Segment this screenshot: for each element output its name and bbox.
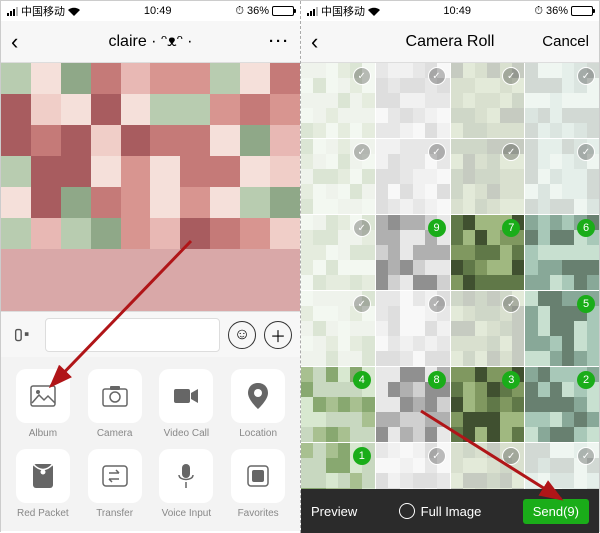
back-button[interactable]: ‹ (11, 29, 71, 55)
photo-thumb[interactable]: ✓ (525, 139, 599, 214)
selection-badge-empty[interactable]: ✓ (428, 67, 446, 85)
selection-badge-empty[interactable]: ✓ (502, 143, 520, 161)
screen-chat: 中国移动 10:49 ⏱ 36% ‹ claire · ᵔᴥᵔ · ··· ☺ (1, 1, 300, 533)
action-location[interactable]: Location (224, 369, 292, 439)
preview-button[interactable]: Preview (311, 504, 357, 519)
selection-badge-empty[interactable]: ✓ (428, 295, 446, 313)
picker-nav: ‹ Camera Roll Cancel (301, 21, 599, 63)
carrier-label: 中国移动 (321, 3, 365, 19)
photo-thumb[interactable]: ✓ (376, 291, 450, 366)
carrier-label: 中国移动 (21, 3, 65, 19)
selection-badge-empty[interactable]: ✓ (502, 67, 520, 85)
clock: 10:49 (144, 5, 172, 17)
action-label: Camera (97, 428, 133, 439)
selection-badge-empty[interactable]: ✓ (428, 143, 446, 161)
action-redpacket[interactable]: Red Packet (9, 449, 77, 519)
selection-badge-empty[interactable]: ✓ (577, 143, 595, 161)
chat-title: claire · ᵔᴥᵔ · (108, 33, 192, 51)
photo-thumb[interactable]: ✓ (451, 291, 525, 366)
cancel-button[interactable]: Cancel (529, 33, 589, 50)
selection-badge-empty[interactable]: ✓ (353, 219, 371, 237)
signal-icon (7, 7, 18, 16)
photo-thumb[interactable]: 6 (525, 215, 599, 290)
photo-thumb[interactable]: ✓ (525, 63, 599, 138)
photo-thumb[interactable]: ✓ (376, 63, 450, 138)
photo-thumb[interactable]: 7 (451, 215, 525, 290)
plus-button[interactable]: ＋ (264, 321, 292, 349)
voice-toggle-icon[interactable] (9, 321, 37, 349)
selection-badge-empty[interactable]: ✓ (577, 67, 595, 85)
photo-thumb[interactable]: 5 (525, 291, 599, 366)
redpacket-icon (16, 449, 70, 503)
status-bar: 中国移动 10:49 ⏱ 36% (1, 1, 300, 21)
action-label: Album (29, 428, 57, 439)
location-icon (231, 369, 285, 423)
action-label: Red Packet (17, 508, 69, 519)
voiceinput-icon (159, 449, 213, 503)
screen-camera-roll: 中国移动 10:49 ⏱ 36% ‹ Camera Roll Cancel ✓ ✓… (300, 1, 599, 533)
alarm-icon: ⏱ (235, 5, 244, 18)
photo-thumb[interactable]: ✓ (301, 63, 375, 138)
photo-thumb[interactable]: 9 (376, 215, 450, 290)
favorites-icon (231, 449, 285, 503)
emoji-button[interactable]: ☺ (228, 321, 256, 349)
photo-thumb[interactable]: ✓ (376, 139, 450, 214)
annotation-arrow-send (411, 401, 581, 516)
selection-badge[interactable]: 5 (577, 295, 595, 313)
selection-badge[interactable]: 6 (577, 219, 595, 237)
photo-thumb[interactable]: 4 (301, 367, 375, 442)
selection-badge[interactable]: 2 (577, 371, 595, 389)
chat-nav: ‹ claire · ᵔᴥᵔ · ··· (1, 21, 300, 63)
photo-thumb[interactable]: ✓ (301, 139, 375, 214)
photo-thumb[interactable]: ✓ (301, 215, 375, 290)
selection-badge[interactable]: 4 (353, 371, 371, 389)
more-button[interactable]: ··· (230, 33, 290, 50)
action-label: Transfer (96, 508, 133, 519)
action-label: Voice Input (162, 508, 211, 519)
battery-icon (571, 6, 593, 16)
selection-badge-empty[interactable]: ✓ (502, 295, 520, 313)
action-label: Location (239, 428, 277, 439)
action-voiceinput[interactable]: Voice Input (153, 449, 221, 519)
action-transfer[interactable]: Transfer (81, 449, 149, 519)
battery-percent: 36% (247, 5, 269, 17)
selection-badge-empty[interactable]: ✓ (353, 295, 371, 313)
action-label: Video Call (164, 428, 209, 439)
annotation-arrow-album (41, 231, 201, 406)
picker-title: Camera Roll (406, 33, 495, 51)
selection-badge-empty[interactable]: ✓ (353, 143, 371, 161)
photo-thumb[interactable]: ✓ (451, 63, 525, 138)
transfer-icon (88, 449, 142, 503)
clock: 10:49 (443, 5, 471, 17)
action-favorites[interactable]: Favorites (224, 449, 292, 519)
photo-thumb[interactable]: ✓ (451, 139, 525, 214)
alarm-icon: ⏱ (534, 5, 543, 18)
battery-percent: 36% (546, 5, 568, 17)
signal-icon (307, 7, 318, 16)
photo-thumb[interactable]: ✓ (301, 291, 375, 366)
action-label: Favorites (238, 508, 279, 519)
selection-badge[interactable]: 1 (353, 447, 371, 465)
selection-badge[interactable]: 8 (428, 371, 446, 389)
wifi-icon (368, 7, 380, 16)
back-button[interactable]: ‹ (311, 29, 371, 55)
status-bar: 中国移动 10:49 ⏱ 36% (301, 1, 599, 21)
selection-badge-empty[interactable]: ✓ (353, 67, 371, 85)
wifi-icon (68, 7, 80, 16)
selection-badge[interactable]: 9 (428, 219, 446, 237)
battery-icon (272, 6, 294, 16)
